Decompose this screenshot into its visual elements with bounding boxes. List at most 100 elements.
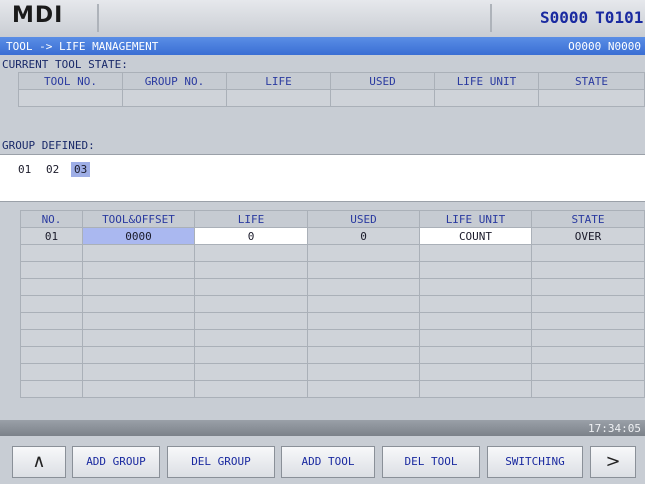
table-cell [82, 295, 195, 313]
table-cell [419, 380, 532, 398]
table-row [20, 261, 645, 279]
up-arrow-button[interactable]: ∧ [12, 446, 66, 478]
column-header: TOOL&OFFSET [82, 210, 195, 228]
table-cell [531, 329, 645, 347]
table-cell [531, 346, 645, 364]
tool-readout: T0101 [595, 8, 644, 27]
table-cell [419, 261, 532, 279]
del-tool-button[interactable]: DEL TOOL [382, 446, 480, 478]
column-header: LIFE UNIT [434, 72, 539, 90]
divider [97, 4, 99, 32]
table-cell [531, 380, 645, 398]
chevron-right-icon: > [605, 451, 621, 472]
column-header: USED [330, 72, 435, 90]
add-group-button[interactable]: ADD GROUP [72, 446, 160, 478]
state-cell[interactable]: OVER [531, 227, 645, 245]
switching-button[interactable]: SWITCHING [487, 446, 583, 478]
table-cell [20, 312, 83, 330]
life-cell[interactable]: 0 [194, 227, 308, 245]
table-cell [82, 329, 195, 347]
title-bar: MDI S0000 T0101 [0, 0, 645, 38]
group-item[interactable]: 02 [46, 163, 59, 176]
table-cell [82, 346, 195, 364]
status-bar: 17:34:05 [0, 420, 645, 436]
add-tool-button[interactable]: ADD TOOL [281, 446, 375, 478]
program-number: O0000 N0000 [568, 40, 641, 53]
column-header: TOOL NO. [18, 72, 123, 90]
current-state-table: TOOL NO. GROUP NO. LIFE USED LIFE UNIT S… [18, 72, 645, 107]
table-cell [531, 295, 645, 313]
column-header: NO. [20, 210, 83, 228]
table-cell [82, 363, 195, 381]
table-header-row: NO. TOOL&OFFSET LIFE USED LIFE UNIT STAT… [20, 210, 645, 228]
table-cell [194, 329, 308, 347]
table-cell [194, 278, 308, 296]
life-unit-cell[interactable]: COUNT [419, 227, 532, 245]
clock: 17:34:05 [588, 422, 641, 435]
table-row [20, 278, 645, 296]
table-cell [20, 261, 83, 279]
mode-indicator: MDI [12, 3, 64, 28]
column-header: LIFE UNIT [419, 210, 532, 228]
table-cell [531, 363, 645, 381]
group-item-selected[interactable]: 03 [71, 162, 91, 177]
table-header-row: TOOL NO. GROUP NO. LIFE USED LIFE UNIT S… [18, 72, 645, 90]
spindle-tool-status: S0000 T0101 [540, 8, 645, 27]
tool-no-cell[interactable]: 01 [20, 227, 83, 245]
up-arrow-icon: ∧ [32, 451, 46, 472]
table-cell [122, 89, 227, 107]
table-cell [194, 295, 308, 313]
table-cell [194, 363, 308, 381]
table-cell [531, 244, 645, 262]
column-header: STATE [538, 72, 645, 90]
table-row [20, 329, 645, 347]
table-cell [531, 312, 645, 330]
table-cell [82, 261, 195, 279]
table-cell [82, 244, 195, 262]
table-cell [307, 329, 420, 347]
table-cell [194, 346, 308, 364]
table-cell [419, 346, 532, 364]
table-cell [20, 363, 83, 381]
table-cell [531, 261, 645, 279]
table-cell [20, 380, 83, 398]
table-cell [307, 312, 420, 330]
table-cell [434, 89, 539, 107]
table-cell [194, 380, 308, 398]
table-cell [531, 278, 645, 296]
table-row [18, 89, 645, 107]
table-cell [194, 244, 308, 262]
next-page-button[interactable]: > [590, 446, 636, 478]
table-cell [419, 278, 532, 296]
table-cell [20, 278, 83, 296]
del-group-button[interactable]: DEL GROUP [167, 446, 275, 478]
table-row [20, 244, 645, 262]
table-row [20, 295, 645, 313]
table-cell [330, 89, 435, 107]
tool-offset-cell[interactable]: 0000 [82, 227, 195, 245]
current-state-label: CURRENT TOOL STATE: [2, 58, 128, 71]
spindle-readout: S0000 [540, 8, 589, 27]
table-cell [307, 380, 420, 398]
divider [490, 4, 492, 32]
table-row[interactable]: 01 0000 0 0 COUNT OVER [20, 227, 645, 245]
table-cell [538, 89, 645, 107]
group-defined-label: GROUP DEFINED: [2, 139, 95, 152]
table-cell [82, 278, 195, 296]
table-cell [20, 244, 83, 262]
used-cell[interactable]: 0 [307, 227, 420, 245]
table-cell [419, 363, 532, 381]
column-header: STATE [531, 210, 645, 228]
table-cell [82, 312, 195, 330]
table-cell [226, 89, 331, 107]
softkey-bar: ∧ ADD GROUP DEL GROUP ADD TOOL DEL TOOL … [0, 436, 645, 484]
table-row [20, 380, 645, 398]
table-cell [419, 329, 532, 347]
group-item[interactable]: 01 [18, 163, 31, 176]
table-cell [307, 278, 420, 296]
tool-table: NO. TOOL&OFFSET LIFE USED LIFE UNIT STAT… [20, 210, 645, 398]
table-cell [82, 380, 195, 398]
table-row [20, 346, 645, 364]
breadcrumb-bar: TOOL -> LIFE MANAGEMENT O0000 N0000 [0, 37, 645, 55]
column-header: GROUP NO. [122, 72, 227, 90]
